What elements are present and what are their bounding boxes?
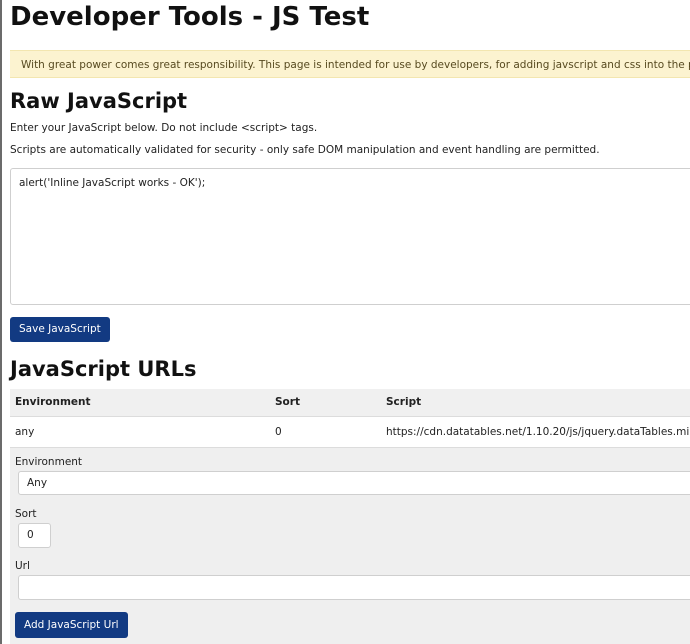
table-header-row: Environment Sort Script <box>10 389 690 417</box>
add-javascript-url-form: Environment Any Sort 0 Url Add JavaScrip… <box>10 448 690 644</box>
cell-environment: any <box>15 426 35 438</box>
sort-input[interactable]: 0 <box>18 523 51 548</box>
column-header-script: Script <box>386 396 422 408</box>
url-input[interactable] <box>18 575 690 600</box>
raw-javascript-instruction: Enter your JavaScript below. Do not incl… <box>10 122 318 134</box>
javascript-urls-table: Environment Sort Script any 0 https://cd… <box>10 389 690 448</box>
javascript-code-textarea[interactable]: alert('Inline JavaScript works - OK'); <box>10 168 690 305</box>
column-header-sort: Sort <box>275 396 300 408</box>
page-left-border <box>0 0 2 644</box>
javascript-urls-heading: JavaScript URLs <box>10 357 197 381</box>
cell-script-url: https://cdn.datatables.net/1.10.20/js/jq… <box>386 426 690 438</box>
environment-select[interactable]: Any <box>18 471 690 495</box>
raw-javascript-security-note: Scripts are automatically validated for … <box>10 144 600 156</box>
add-javascript-url-button[interactable]: Add JavaScript Url <box>15 612 128 638</box>
url-label: Url <box>15 560 30 572</box>
table-row: any 0 https://cdn.datatables.net/1.10.20… <box>10 417 690 448</box>
raw-javascript-heading: Raw JavaScript <box>10 89 188 113</box>
cell-sort: 0 <box>275 426 282 438</box>
save-javascript-button[interactable]: Save JavaScript <box>10 317 110 342</box>
sort-label: Sort <box>15 508 37 520</box>
page-title: Developer Tools - JS Test <box>10 2 370 32</box>
warning-alert: With great power comes great responsibil… <box>10 50 690 78</box>
column-header-environment: Environment <box>15 396 91 408</box>
environment-label: Environment <box>15 456 83 468</box>
